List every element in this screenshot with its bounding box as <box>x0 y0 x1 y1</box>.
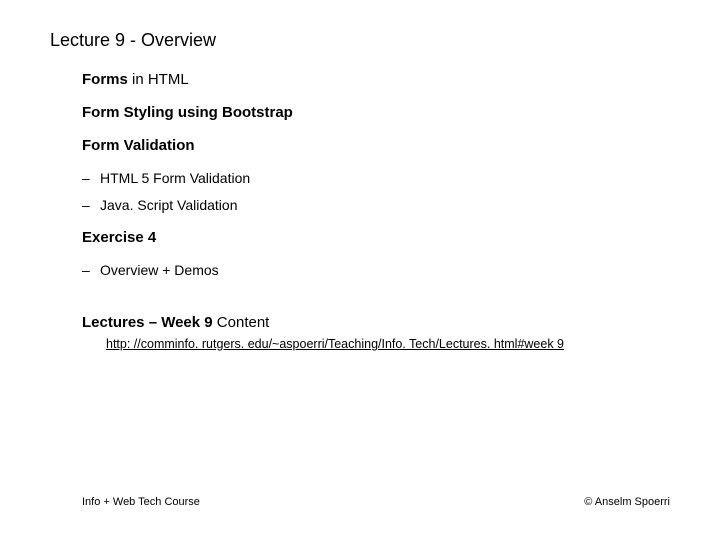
list-item: Java. Script Validation <box>100 197 670 213</box>
topic-lectures-rest: Content <box>213 314 270 331</box>
topic-lectures: Lectures – Week 9 Content <box>82 314 670 331</box>
page-title: Lecture 9 - Overview <box>50 30 670 51</box>
topic-styling: Form Styling using Bootstrap <box>82 104 670 121</box>
content-link[interactable]: http: //comminfo. rutgers. edu/~aspoerri… <box>106 337 564 351</box>
topic-validation: Form Validation <box>82 137 670 154</box>
list-item: Overview + Demos <box>100 262 670 278</box>
topic-forms: Forms in HTML <box>82 71 670 88</box>
validation-bullets: HTML 5 Form Validation Java. Script Vali… <box>82 170 670 213</box>
topic-exercise: Exercise 4 <box>82 229 670 246</box>
topic-forms-rest: in HTML <box>128 71 189 88</box>
list-item: HTML 5 Form Validation <box>100 170 670 186</box>
footer-left: Info + Web Tech Course <box>82 496 200 508</box>
footer-right: © Anselm Spoerri <box>584 496 670 508</box>
exercise-bullets: Overview + Demos <box>82 262 670 278</box>
topic-forms-bold: Forms <box>82 71 128 88</box>
topic-lectures-bold: Lectures – Week 9 <box>82 314 213 331</box>
